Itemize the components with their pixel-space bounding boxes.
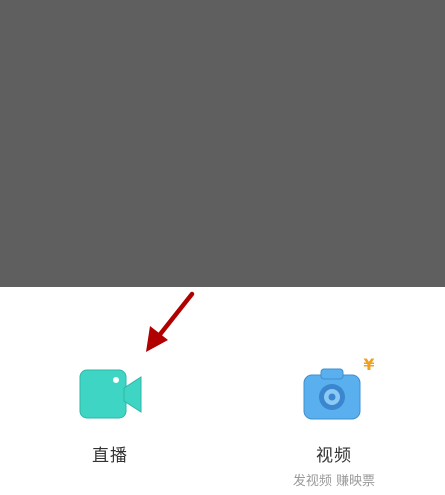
live-label: 直播 [92,446,128,466]
red-arrow-pointer-icon [146,291,195,352]
video-label: 视频 [316,446,352,466]
video-option[interactable]: ¥ 视频 发视频 赚映票 [274,351,394,495]
live-option[interactable]: 直播 [50,355,170,495]
video-sublabel: 发视频 赚映票 [292,474,376,489]
reward-badge-icon: ¥ [356,351,382,377]
badge-text: ¥ [363,355,374,374]
video-camera-icon [75,363,145,425]
dim-overlay[interactable] [0,0,445,287]
